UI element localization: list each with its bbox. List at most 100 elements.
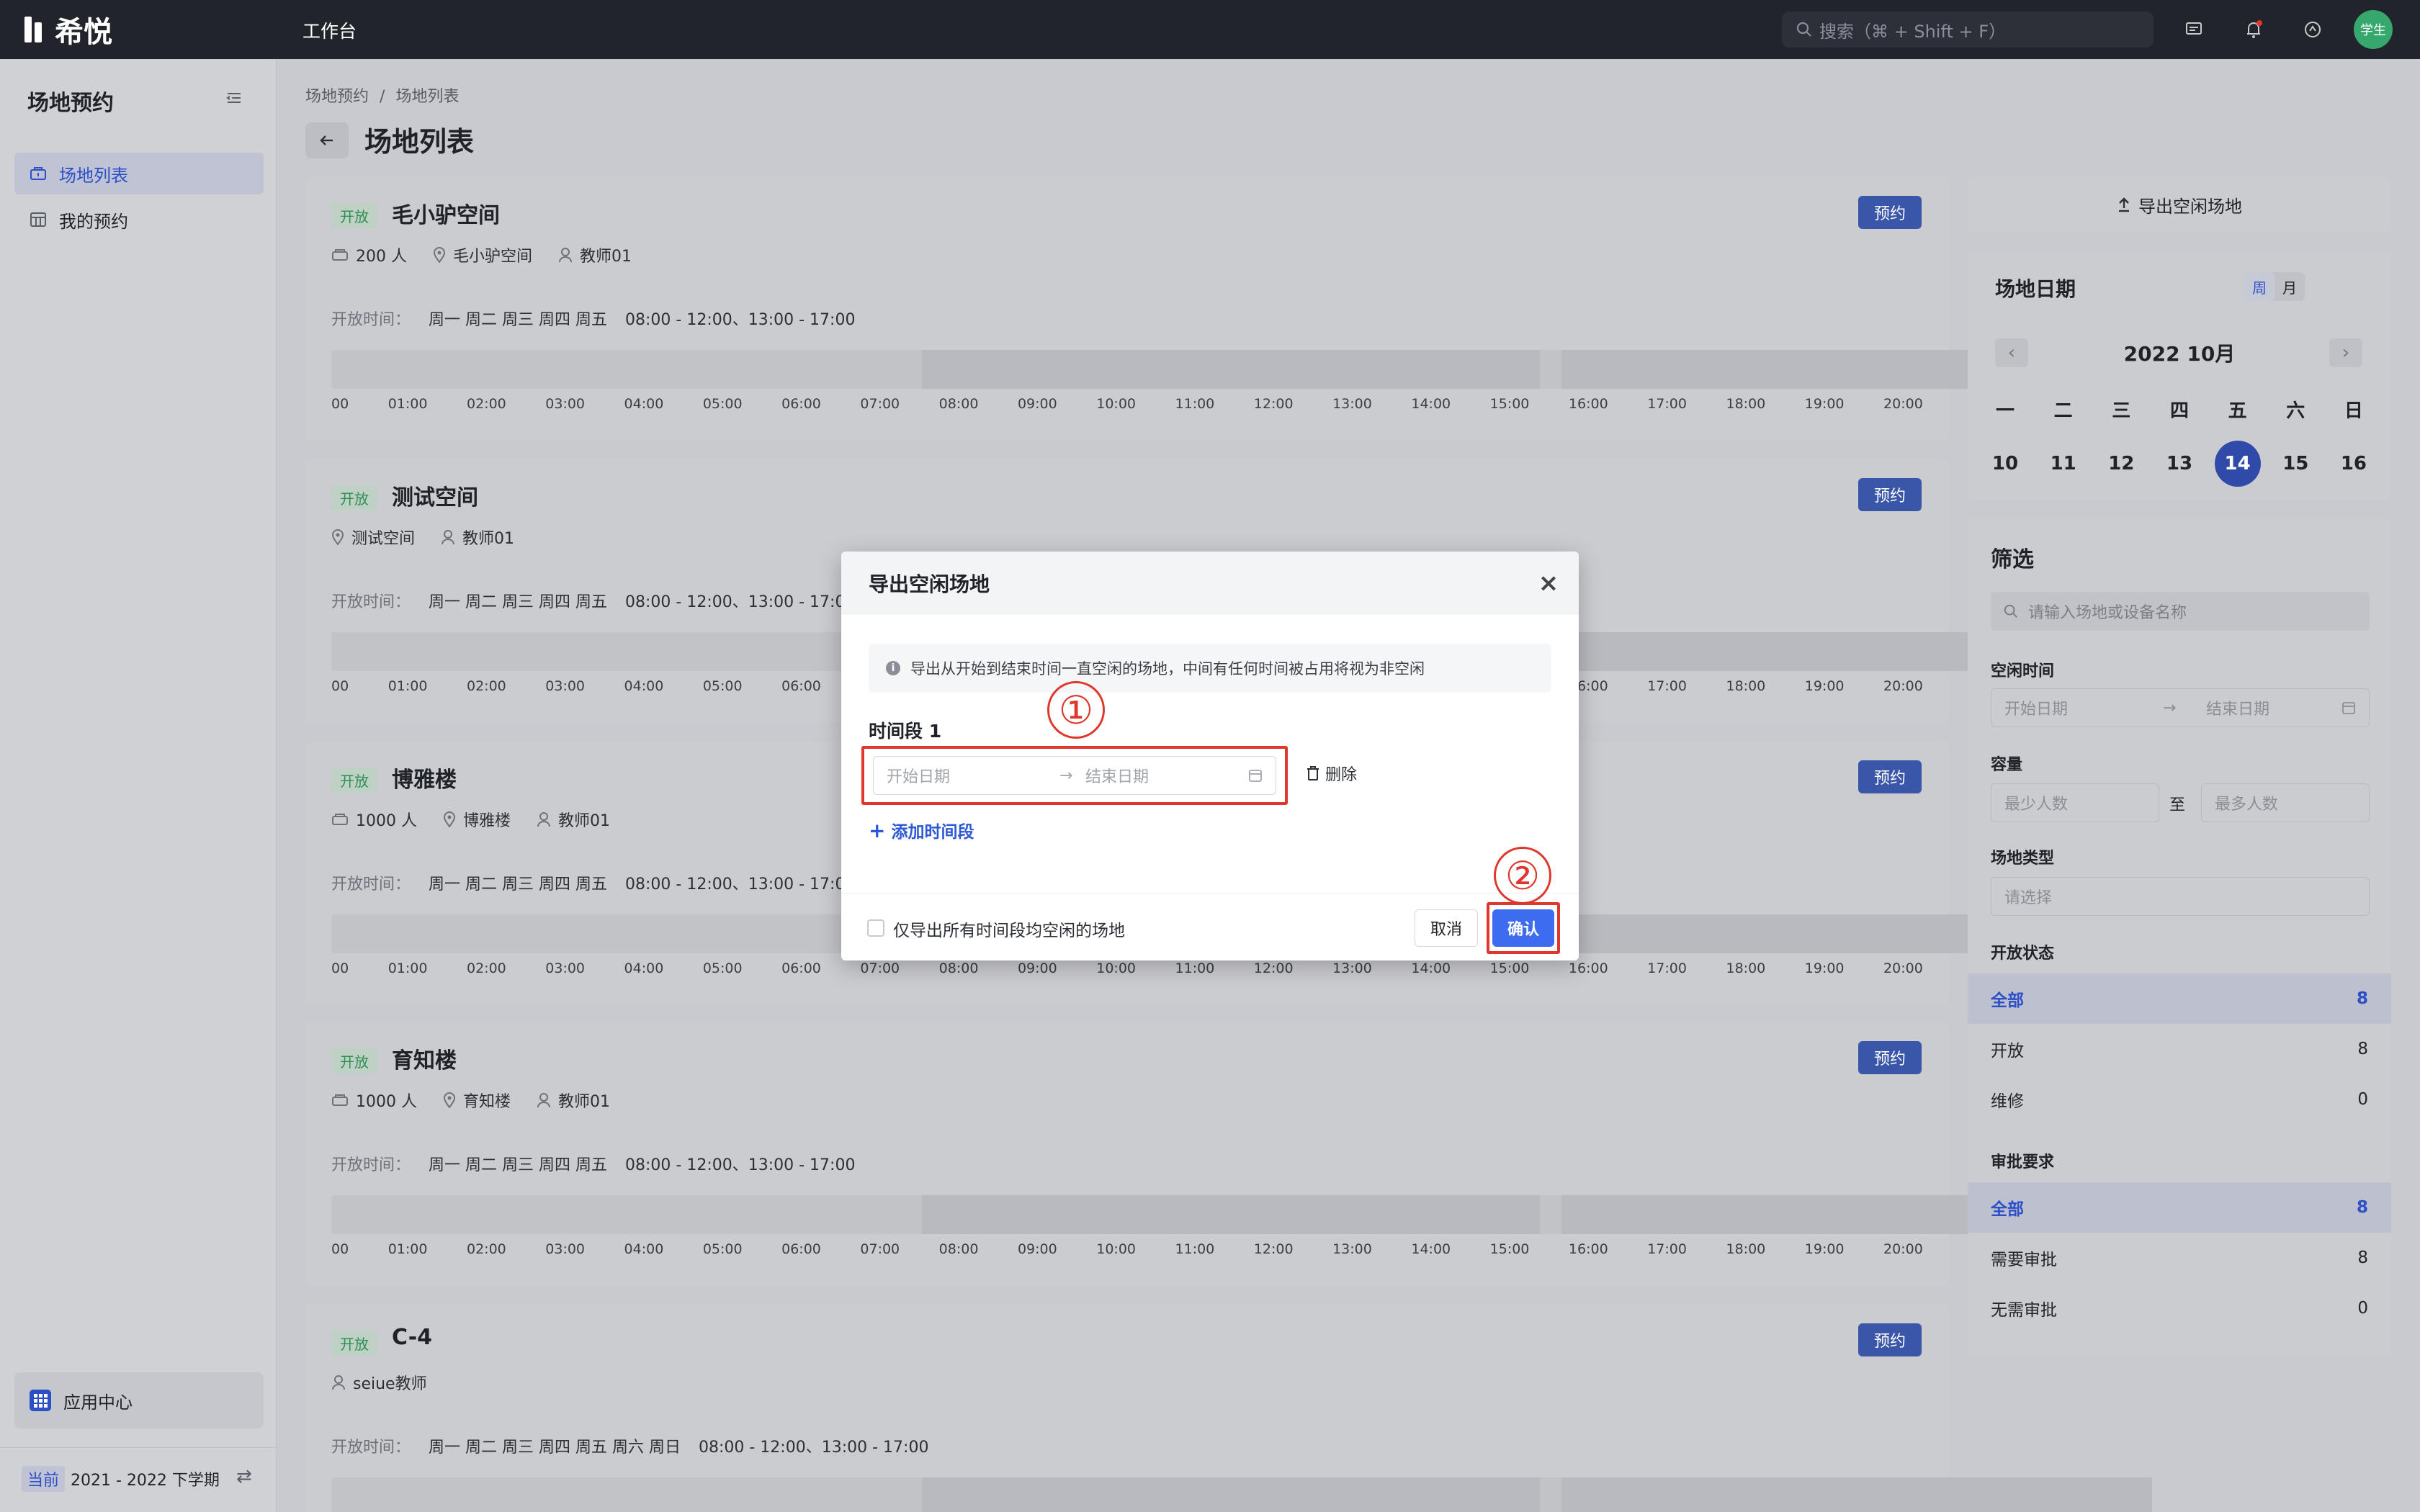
bell-icon[interactable] — [2240, 16, 2267, 43]
logo-mark-icon — [24, 17, 46, 42]
filter-option[interactable]: 开放 8 — [1968, 1024, 2391, 1074]
add-segment-button[interactable]: + 添加时间段 — [869, 818, 974, 842]
hour-tick: 11:00 — [1175, 960, 1215, 976]
calendar-day[interactable]: 13 — [2156, 441, 2202, 487]
option-count: 8 — [2356, 989, 2368, 1008]
range-start-placeholder: 开始日期 — [2004, 701, 2069, 719]
breadcrumb: 场地预约 / 场地列表 — [305, 84, 459, 107]
close-icon[interactable]: × — [1536, 569, 1561, 598]
location: 测试空间 — [331, 526, 415, 549]
hour-ticks: 00 01:00 02:00 03:00 04:00 05:00 06:00 07:00 08:… — [331, 1241, 1923, 1257]
calendar-mode-toggle: 周 月 — [2244, 272, 2305, 301]
hour-tick: 07:00 — [860, 396, 900, 412]
collapse-sidebar-icon[interactable] — [225, 89, 243, 107]
nav-workbench[interactable]: 工作台 — [302, 17, 357, 43]
export-free-venues-button[interactable]: 导出空闲场地 — [1968, 177, 2391, 232]
hour-tick: 17:00 — [1647, 960, 1687, 976]
swap-term-icon[interactable]: ⇄ — [236, 1466, 252, 1488]
open-days: 周一 周二 周三 周四 周五 — [429, 311, 607, 329]
breadcrumb-root[interactable]: 场地预约 — [305, 88, 369, 106]
venue-icon — [30, 167, 46, 180]
hour-tick: 00 — [331, 960, 349, 976]
prev-week-icon[interactable]: ‹ — [1995, 338, 2028, 367]
open-days: 周一 周二 周三 周四 周五 — [429, 593, 607, 611]
calendar-day[interactable]: 12 — [2098, 441, 2144, 487]
range-arrow-icon: → — [2163, 698, 2177, 717]
location-text: 博雅楼 — [462, 812, 511, 830]
avatar[interactable]: 学生 — [2354, 10, 2393, 49]
filter-search-input[interactable]: 请输入场地或设备名称 — [1991, 592, 2370, 631]
capacity: 1000 人 — [331, 808, 417, 831]
free-time-label: 空闲时间 — [1991, 662, 2055, 680]
app-center-button[interactable]: 应用中心 — [14, 1372, 264, 1428]
global-search-input[interactable]: 搜索（⌘ + Shift + F） — [1782, 12, 2154, 48]
calendar-day[interactable]: 15 — [2272, 441, 2318, 487]
message-icon[interactable] — [2181, 16, 2208, 43]
calendar-day[interactable]: 11 — [2040, 441, 2087, 487]
time-segment-label: 时间段 1 — [869, 721, 942, 742]
owner: 教师01 — [537, 1089, 610, 1112]
filter-option[interactable]: 无需审批 0 — [1968, 1283, 2391, 1333]
arrow-left-icon — [320, 135, 333, 145]
hour-tick: 08:00 — [938, 396, 979, 412]
filter-option[interactable]: 全部 8 — [1968, 973, 2391, 1024]
mode-week-tab[interactable]: 周 — [2244, 272, 2275, 301]
hour-tick: 14:00 — [1411, 1241, 1451, 1257]
venue-name[interactable]: C-4 — [392, 1325, 432, 1350]
user-icon — [559, 248, 573, 263]
max-capacity-input[interactable]: 最多人数 — [2201, 783, 2370, 822]
venue-name[interactable]: 博雅楼 — [392, 762, 457, 793]
book-button[interactable]: 预约 — [1858, 478, 1922, 511]
sidebar-item-my-bookings[interactable]: 我的预约 — [14, 199, 264, 240]
book-button[interactable]: 预约 — [1858, 196, 1922, 229]
venue-meta: 1000 人 育知楼 教师01 — [331, 1089, 610, 1112]
filter-option[interactable]: 维修 0 — [1968, 1074, 2391, 1125]
hour-tick: 00 — [331, 396, 349, 412]
seat-icon — [332, 814, 348, 825]
capacity-text: 200 人 — [356, 248, 407, 266]
owner: 教师01 — [558, 243, 632, 266]
capacity-to: 至 — [2169, 796, 2186, 814]
venue-type-select[interactable]: 请选择 — [1991, 877, 2370, 916]
venue-name[interactable]: 育知楼 — [392, 1043, 457, 1074]
annotation-box-2 — [1487, 902, 1560, 954]
app-logo[interactable]: 希悦 — [24, 10, 112, 49]
hour-tick: 01:00 — [387, 678, 428, 694]
open-times: 08:00 - 12:00、13:00 - 17:00 — [625, 311, 856, 329]
option-count: 8 — [2357, 1040, 2368, 1058]
book-button[interactable]: 预约 — [1858, 1323, 1922, 1356]
free-time-range-picker[interactable]: 开始日期 → 结束日期 — [1991, 688, 2370, 727]
venue-name[interactable]: 测试空间 — [392, 480, 478, 511]
capacity-text: 1000 人 — [356, 812, 417, 830]
hour-tick: 05:00 — [702, 678, 743, 694]
calendar-day[interactable]: 14 — [2214, 441, 2261, 487]
calendar-day[interactable]: 16 — [2331, 441, 2377, 487]
venue-name[interactable]: 毛小驴空间 — [392, 197, 500, 229]
weekday-label: 日 — [2344, 400, 2363, 422]
search-placeholder: 搜索（⌘ + Shift + F） — [1819, 21, 2007, 42]
logo-text: 希悦 — [55, 16, 112, 49]
next-week-icon[interactable]: › — [2329, 338, 2362, 367]
filter-option[interactable]: 需要审批 8 — [1968, 1233, 2391, 1283]
filter-option[interactable]: 全部 8 — [1968, 1182, 2391, 1233]
mode-month-tab[interactable]: 月 — [2275, 272, 2305, 301]
status-tag: 开放 — [331, 485, 377, 510]
delete-segment-button[interactable]: 删除 — [1307, 762, 1357, 785]
add-segment-label: 添加时间段 — [891, 823, 974, 842]
help-circle-icon[interactable] — [2299, 16, 2326, 43]
cancel-button[interactable]: 取消 — [1415, 909, 1478, 947]
open-hours: 开放时间： 周一 周二 周三 周四 周五 08:00 - 12:00、13:00… — [331, 1152, 855, 1175]
sidebar-item-label: 我的预约 — [59, 211, 128, 232]
hour-tick: 12:00 — [1253, 960, 1294, 976]
book-button[interactable]: 预约 — [1858, 760, 1922, 793]
only-all-free-checkbox[interactable] — [867, 919, 884, 937]
calendar-day[interactable]: 10 — [1982, 441, 2028, 487]
book-button[interactable]: 预约 — [1858, 1041, 1922, 1074]
back-button[interactable] — [305, 122, 349, 158]
min-capacity-input[interactable]: 最少人数 — [1991, 783, 2159, 822]
hour-tick: 09:00 — [1017, 396, 1057, 412]
option-count: 8 — [2356, 1198, 2368, 1217]
page-title: 场地列表 — [364, 126, 475, 158]
sidebar-item-venue-list[interactable]: 场地列表 — [14, 153, 264, 194]
user-icon — [537, 812, 550, 827]
